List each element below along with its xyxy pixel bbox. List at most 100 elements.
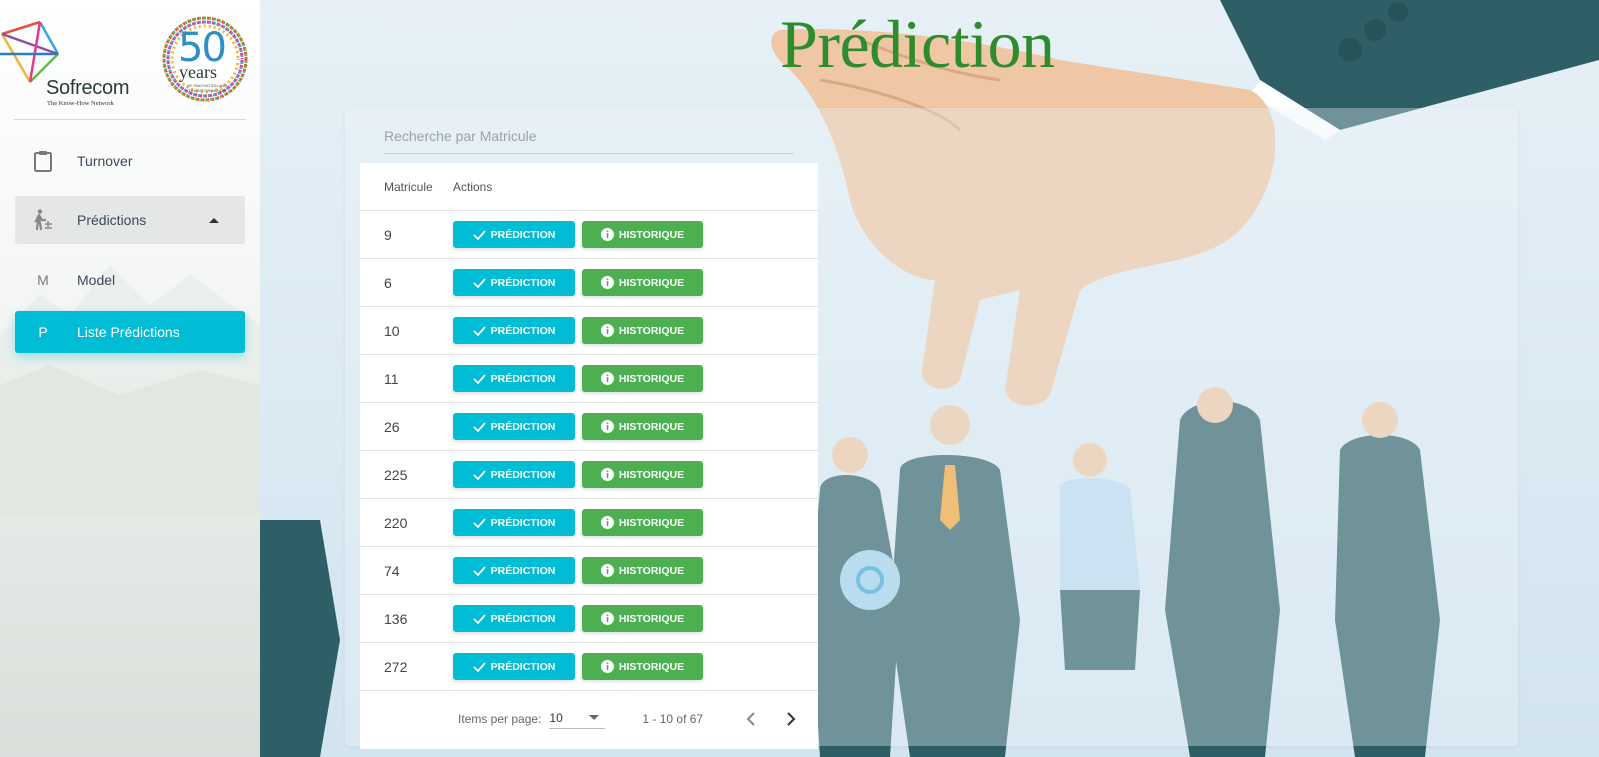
prediction-button[interactable]: PRÉDICTION (453, 605, 575, 632)
page-range: 1 - 10 of 67 (642, 712, 704, 726)
matricule-cell: 9 (384, 226, 392, 243)
table-row: 74 PRÉDICTION HISTORIQUE (360, 547, 818, 595)
search-input[interactable] (384, 120, 794, 152)
dropdown-arrow-icon (589, 715, 600, 720)
info-icon (600, 612, 614, 625)
sidebar-item-turnover[interactable]: Turnover (15, 137, 245, 185)
prediction-button[interactable]: PRÉDICTION (453, 461, 575, 488)
person-walking-icon (23, 208, 63, 232)
prediction-button-label: PRÉDICTION (490, 276, 556, 289)
historique-button[interactable]: HISTORIQUE (582, 413, 703, 440)
info-icon (600, 660, 614, 673)
check-icon (472, 565, 486, 576)
badge-caption: OF INNOVATION AND TRANSFORMATION (186, 83, 228, 93)
check-icon (472, 277, 486, 288)
matricule-cell: 225 (384, 466, 408, 483)
info-icon (600, 420, 614, 433)
brand-name: Sofrecom (46, 77, 130, 99)
table-row: 225 PRÉDICTION HISTORIQUE (360, 451, 818, 499)
historique-button[interactable]: HISTORIQUE (582, 605, 703, 632)
prediction-button[interactable]: PRÉDICTION (453, 317, 575, 344)
prediction-button-label: PRÉDICTION (490, 228, 556, 241)
check-icon (472, 373, 486, 384)
historique-button[interactable]: HISTORIQUE (582, 653, 703, 680)
matricule-cell: 6 (384, 274, 392, 291)
sidebar-item-label: Prédictions (77, 212, 147, 228)
table-header: Matricule Actions (360, 163, 818, 211)
matricule-cell: 220 (384, 514, 408, 531)
prediction-button[interactable]: PRÉDICTION (453, 413, 575, 440)
prediction-button[interactable]: PRÉDICTION (453, 221, 575, 248)
table-row: 6 PRÉDICTION HISTORIQUE (360, 259, 818, 307)
prediction-button[interactable]: PRÉDICTION (453, 653, 575, 680)
predictions-table: Matricule Actions 9 PRÉDICTION HISTORIQUE 6… (360, 163, 818, 749)
prediction-button-label: PRÉDICTION (490, 420, 556, 433)
table-row: 272 PRÉDICTION HISTORIQUE (360, 643, 818, 691)
search-field[interactable] (384, 120, 794, 154)
prediction-button-label: PRÉDICTION (490, 612, 556, 625)
historique-button[interactable]: HISTORIQUE (582, 269, 703, 296)
matricule-cell: 10 (384, 322, 400, 339)
info-icon (600, 564, 614, 577)
check-icon (472, 421, 486, 432)
historique-button[interactable]: HISTORIQUE (582, 317, 703, 344)
historique-button-label: HISTORIQUE (618, 324, 685, 337)
sidebar-item-model[interactable]: M Model (15, 256, 245, 304)
column-header-matricule: Matricule (384, 179, 433, 194)
prediction-button[interactable]: PRÉDICTION (453, 557, 575, 584)
historique-button[interactable]: HISTORIQUE (582, 557, 703, 584)
table-row: 9 PRÉDICTION HISTORIQUE (360, 211, 818, 259)
info-icon (600, 324, 614, 337)
check-icon (472, 469, 486, 480)
matricule-cell: 11 (384, 370, 399, 387)
check-icon (472, 661, 486, 672)
badge-word: years (179, 62, 217, 82)
prediction-button-label: PRÉDICTION (490, 468, 556, 481)
table-body: 9 PRÉDICTION HISTORIQUE 6 PRÉDICTION HISTORIQ… (360, 211, 818, 691)
table-row: 136 PRÉDICTION HISTORIQUE (360, 595, 818, 643)
historique-button[interactable]: HISTORIQUE (582, 221, 703, 248)
historique-button-label: HISTORIQUE (618, 612, 685, 625)
table-row: 26 PRÉDICTION HISTORIQUE (360, 403, 818, 451)
column-header-actions: Actions (453, 179, 493, 194)
historique-button-label: HISTORIQUE (618, 564, 685, 577)
sidebar-item-liste-predictions[interactable]: P Liste Prédictions (15, 311, 245, 353)
historique-button-label: HISTORIQUE (618, 468, 685, 481)
historique-button-label: HISTORIQUE (618, 228, 685, 241)
table-row: 11 PRÉDICTION HISTORIQUE (360, 355, 818, 403)
matricule-cell: 26 (384, 418, 400, 435)
prediction-button-label: PRÉDICTION (490, 324, 556, 337)
historique-button[interactable]: HISTORIQUE (582, 509, 703, 536)
sidebar-divider (14, 119, 246, 120)
matricule-cell: 136 (384, 610, 408, 627)
historique-button-label: HISTORIQUE (618, 516, 685, 529)
prediction-button-label: PRÉDICTION (490, 372, 556, 385)
next-page-button[interactable] (779, 707, 803, 731)
matricule-cell: 74 (384, 562, 400, 579)
prediction-button[interactable]: PRÉDICTION (453, 269, 575, 296)
sidebar-item-abbr: M (37, 272, 49, 288)
historique-button[interactable]: HISTORIQUE (582, 365, 703, 392)
check-icon (472, 517, 486, 528)
historique-button-label: HISTORIQUE (618, 420, 685, 433)
prediction-button-label: PRÉDICTION (490, 660, 556, 673)
info-icon (600, 516, 614, 529)
sidebar-item-label: Turnover (77, 153, 133, 169)
caret-up-icon (209, 218, 219, 223)
sidebar-item-abbr: P (38, 324, 48, 340)
matricule-cell: 272 (384, 658, 408, 675)
previous-page-button[interactable] (739, 707, 763, 731)
brand-tagline: The Know-How Network (47, 100, 114, 107)
page-size-select[interactable]: 10 (549, 709, 606, 729)
table-row: 220 PRÉDICTION HISTORIQUE (360, 499, 818, 547)
chevron-left-icon (746, 712, 755, 726)
sidebar-item-predictions[interactable]: Prédictions (15, 196, 245, 244)
info-icon (600, 276, 614, 289)
items-per-page-label: Items per page: (458, 712, 542, 726)
table-row: 10 PRÉDICTION HISTORIQUE (360, 307, 818, 355)
prediction-button[interactable]: PRÉDICTION (453, 365, 575, 392)
info-icon (600, 468, 614, 481)
prediction-button[interactable]: PRÉDICTION (453, 509, 575, 536)
historique-button-label: HISTORIQUE (618, 372, 685, 385)
historique-button[interactable]: HISTORIQUE (582, 461, 703, 488)
